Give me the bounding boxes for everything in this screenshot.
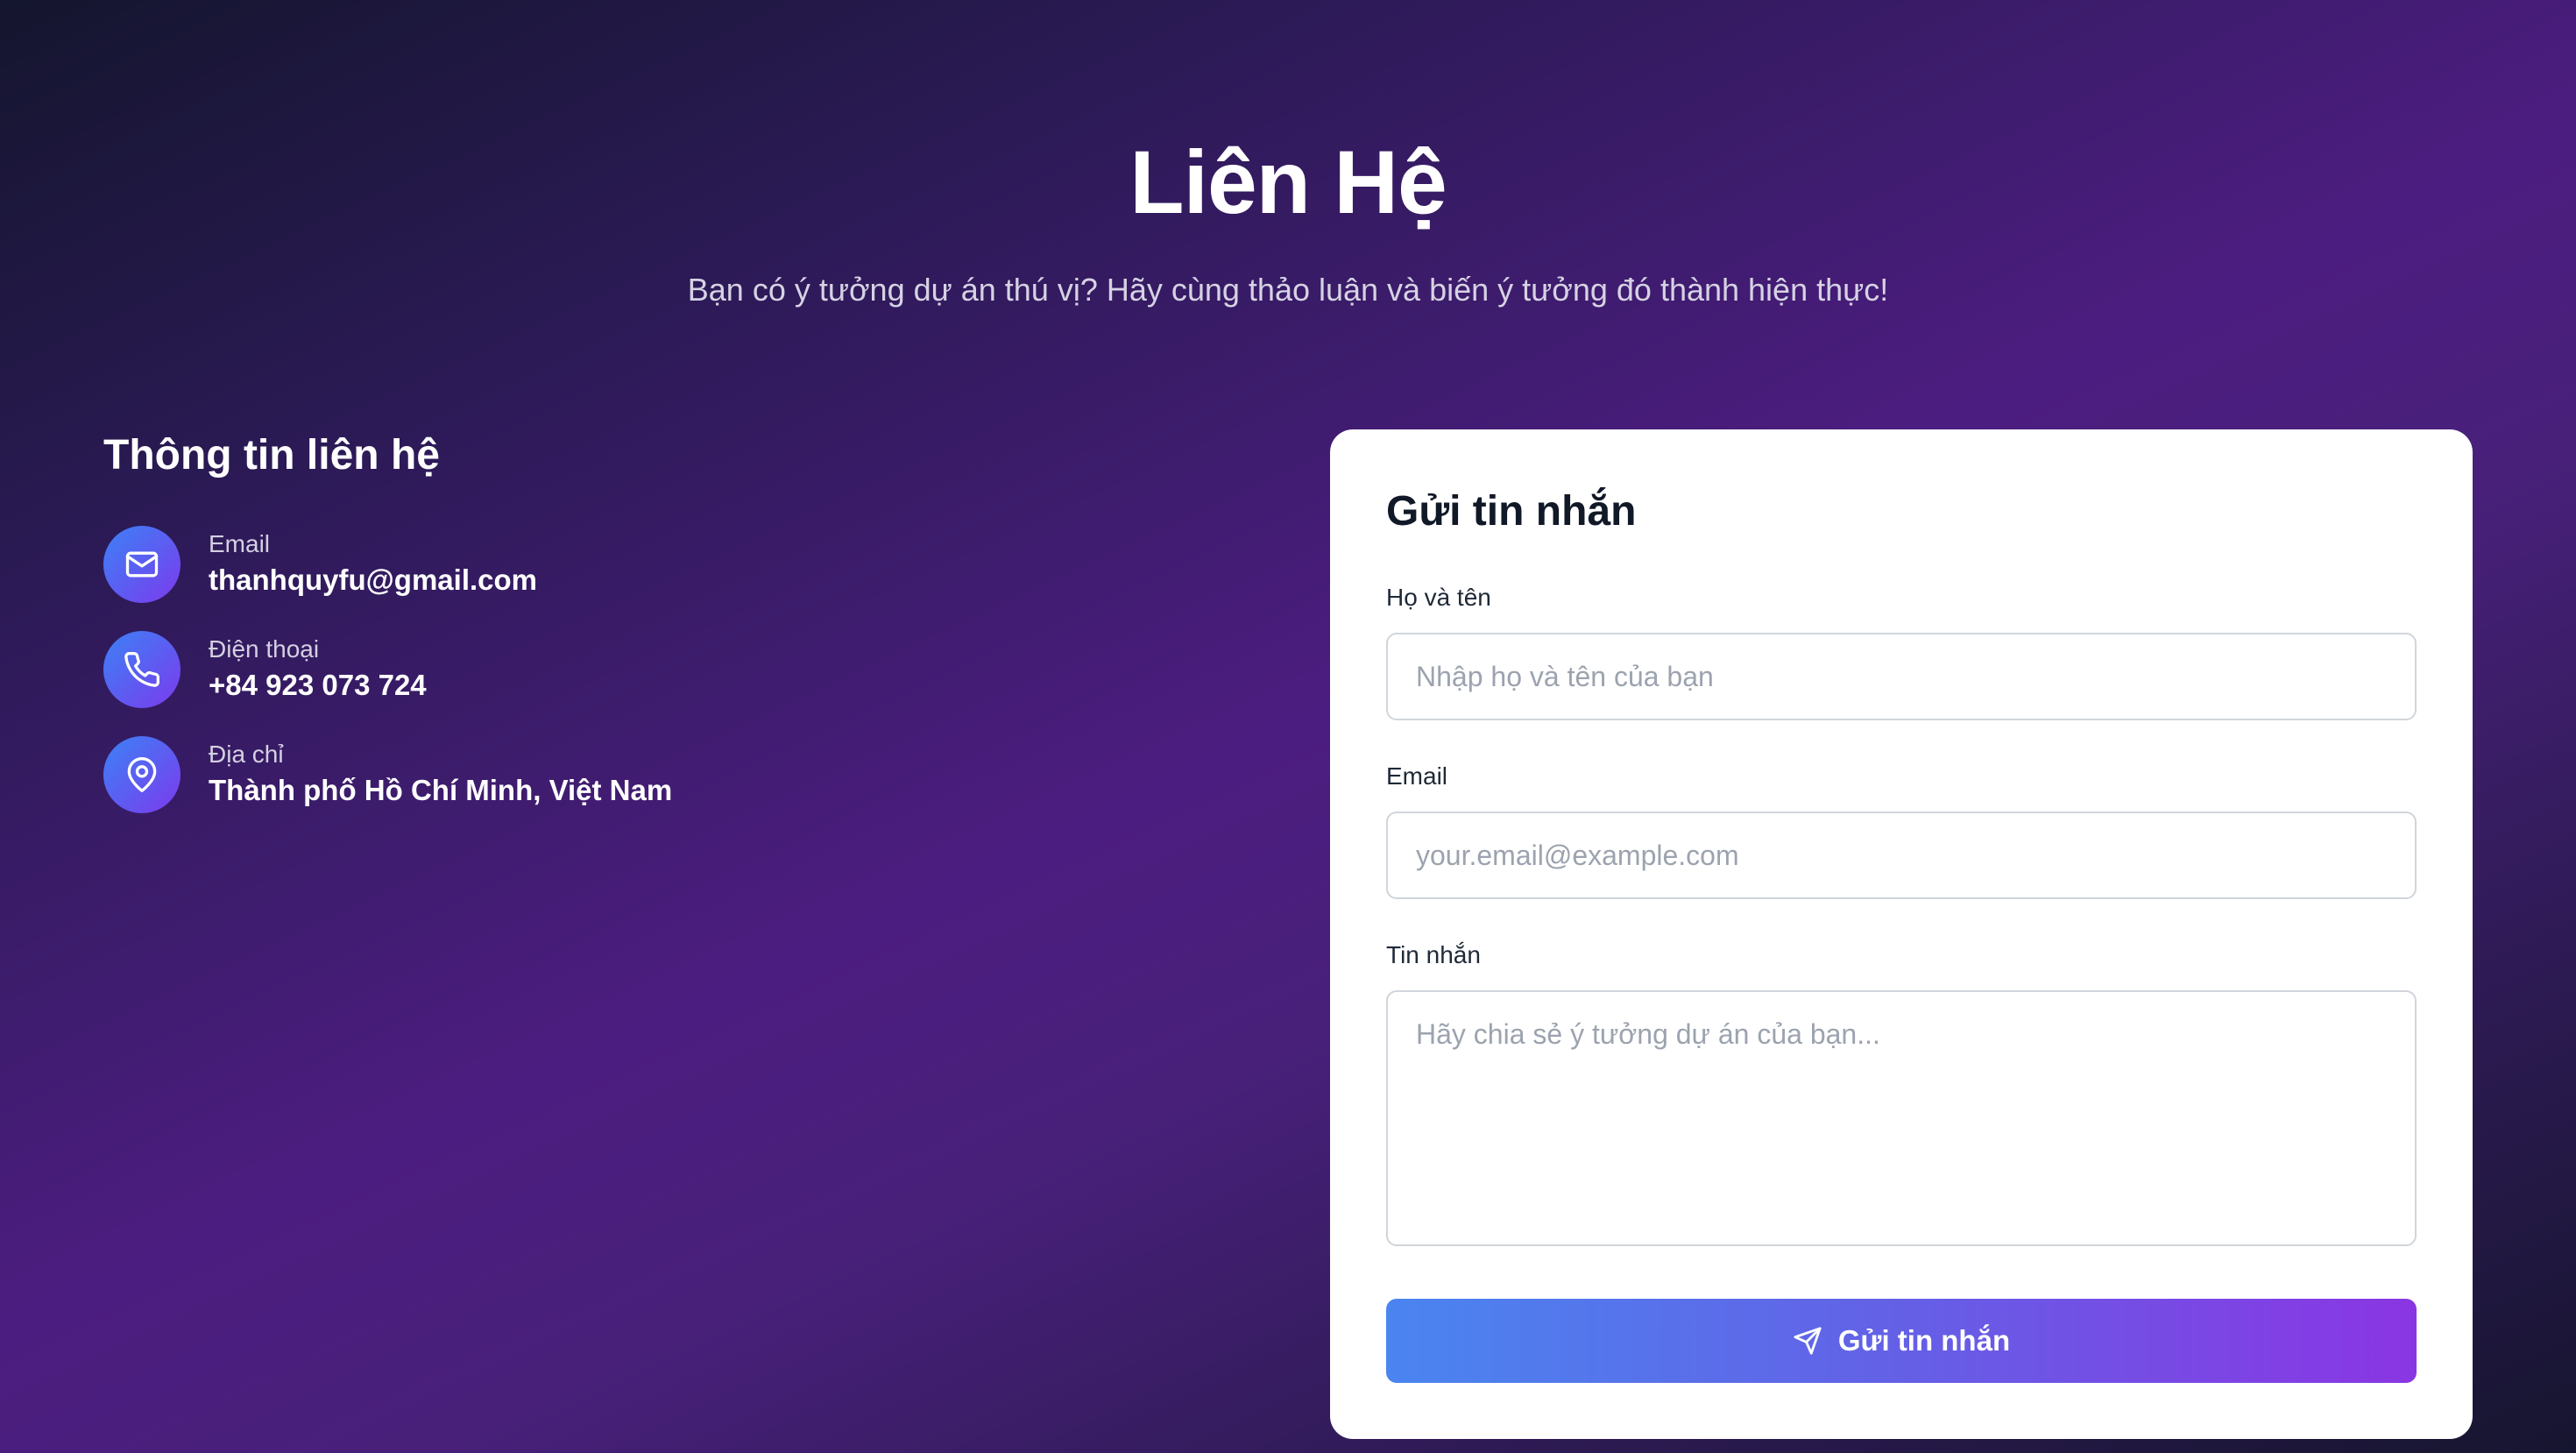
message-field-label: Tin nhắn	[1386, 941, 1481, 968]
contact-email-value: thanhquyfu@gmail.com	[209, 563, 538, 596]
form-title: Gửi tin nhắn	[1386, 488, 1637, 535]
send-message-label: Gửi tin nhắn	[1837, 1324, 2011, 1357]
email-field-label: Email	[1386, 762, 1448, 790]
contact-address-value: Thành phố Hồ Chí Minh, Việt Nam	[209, 774, 673, 806]
contact-item-phone: Điện thoại +84 923 073 724	[103, 631, 427, 708]
page-title: Liên Hệ	[1129, 132, 1447, 232]
contact-item-address: Địa chỉ Thành phố Hồ Chí Minh, Việt Nam	[103, 736, 672, 813]
phone-icon	[103, 631, 180, 708]
name-input[interactable]	[1386, 633, 2417, 720]
email-input[interactable]	[1386, 812, 2417, 899]
contact-email-label: Email	[209, 530, 271, 557]
map-pin-icon	[103, 736, 180, 813]
contact-item-email: Email thanhquyfu@gmail.com	[103, 526, 537, 603]
send-icon	[1793, 1326, 1822, 1356]
contact-info-heading: Thông tin liên hệ	[103, 432, 440, 478]
send-message-button[interactable]: Gửi tin nhắn	[1386, 1299, 2417, 1383]
page-subtitle: Bạn có ý tưởng dự án thú vị? Hãy cùng th…	[687, 272, 1889, 308]
message-textarea[interactable]	[1386, 990, 2417, 1246]
name-field-label: Họ và tên	[1386, 584, 1491, 611]
contact-phone-value: +84 923 073 724	[209, 669, 427, 701]
mail-icon	[103, 526, 180, 603]
contact-phone-label: Điện thoại	[209, 635, 320, 663]
contact-address-label: Địa chỉ	[209, 741, 284, 768]
contact-form-card: Gửi tin nhắn Họ và tên Email Tin nhắn Gử…	[1330, 429, 2473, 1439]
